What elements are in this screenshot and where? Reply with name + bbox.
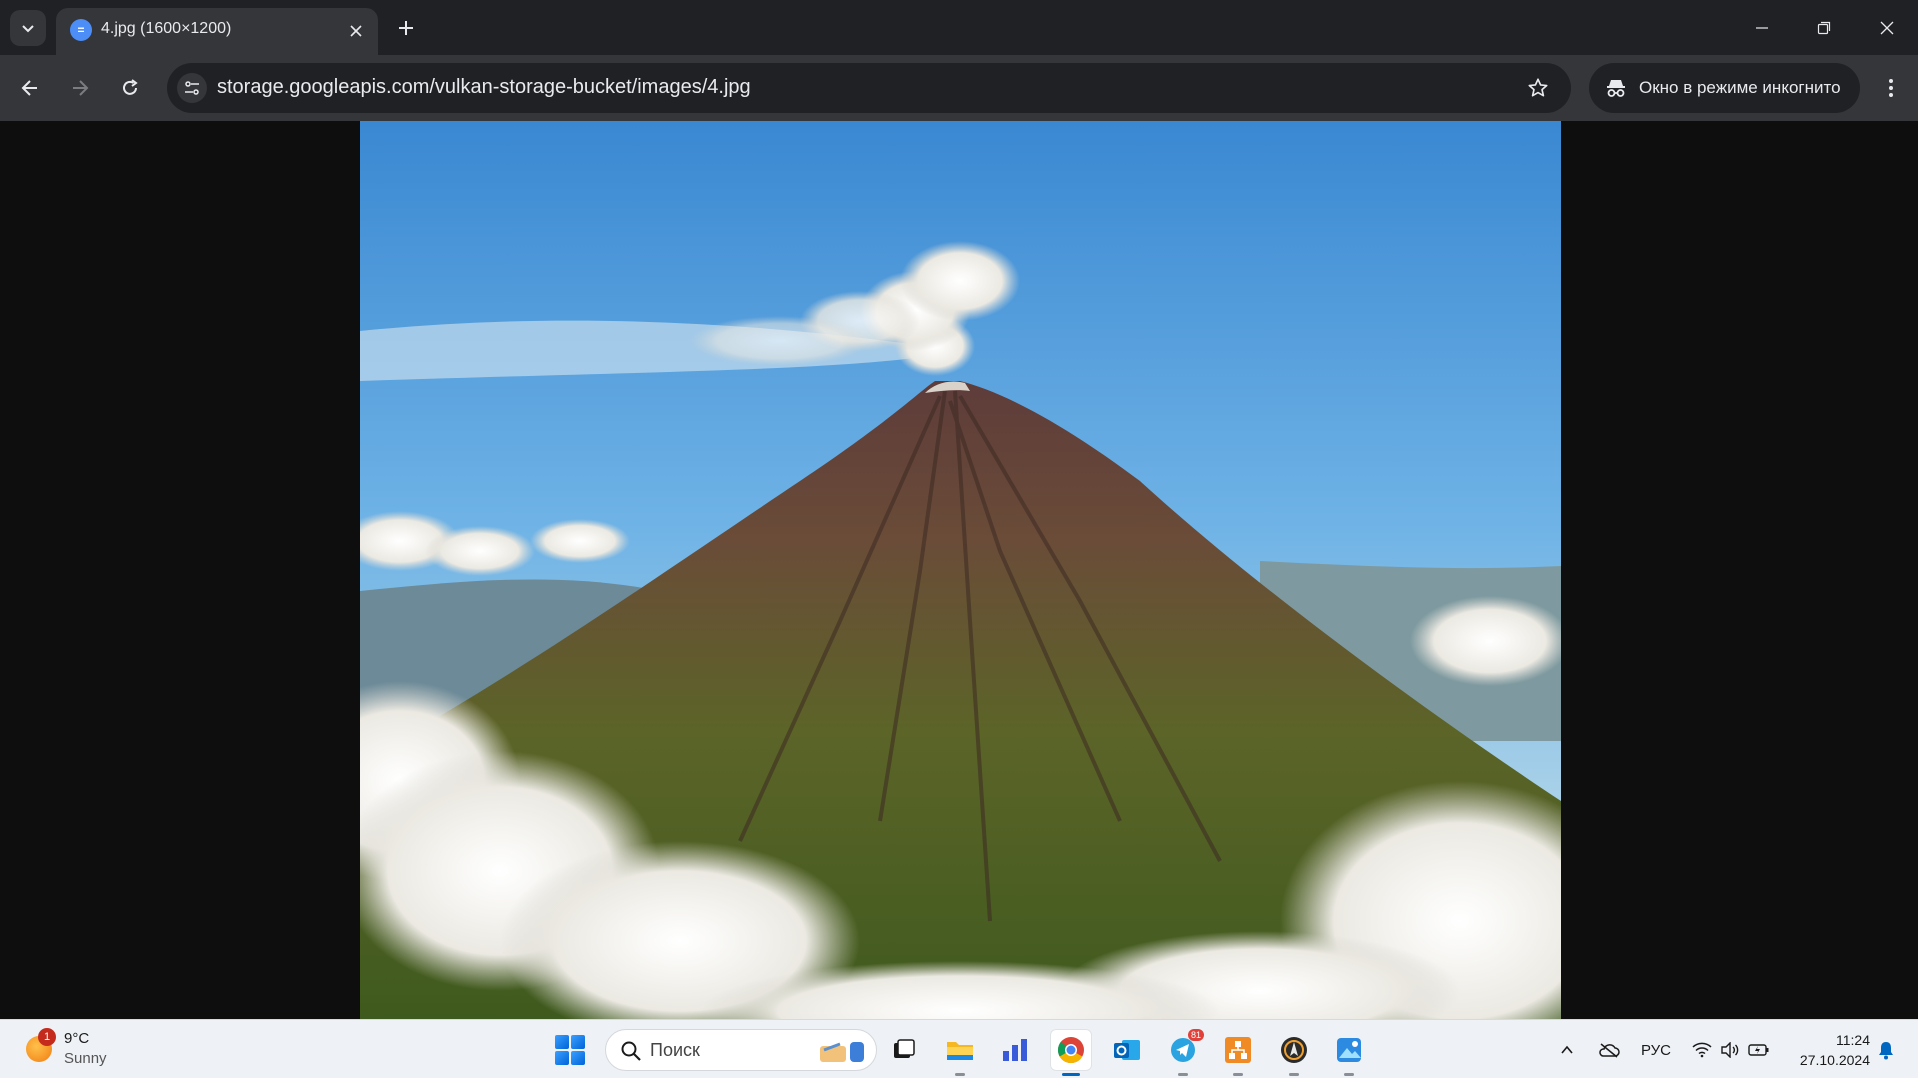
file-explorer-button[interactable]: [939, 1029, 981, 1076]
windows-logo-tile: [571, 1051, 585, 1065]
battery-button[interactable]: [1746, 1036, 1772, 1064]
outlook-button[interactable]: [1106, 1029, 1148, 1071]
clock-date: 27.10.2024: [1799, 1052, 1870, 1068]
star-icon: [1528, 78, 1548, 97]
reload-icon: [123, 79, 138, 95]
bookmark-button[interactable]: [1525, 75, 1551, 101]
forward-button[interactable]: [61, 69, 99, 107]
arrow-right-icon: [73, 80, 89, 96]
volcano-photo[interactable]: [360, 121, 1561, 1019]
incognito-indicator[interactable]: Окно в режиме инкогнито: [1589, 63, 1860, 113]
outlook-icon: [1114, 1040, 1140, 1060]
speaker-icon: [1721, 1042, 1739, 1058]
volume-button[interactable]: [1718, 1036, 1742, 1064]
weather-widget[interactable]: 1 9°C Sunny: [24, 1028, 124, 1072]
wifi-button[interactable]: [1690, 1036, 1714, 1064]
incognito-label: Окно в режиме инкогнито: [1639, 78, 1841, 97]
search-highlight-icon: [820, 1042, 864, 1062]
back-button[interactable]: [11, 69, 49, 107]
task-view-button[interactable]: [883, 1029, 925, 1071]
photos-icon: [1337, 1038, 1361, 1062]
windows-logo-tile: [555, 1035, 569, 1049]
tab-search-button[interactable]: [10, 10, 46, 46]
image-file-icon: =: [70, 19, 92, 41]
taskbar-clock[interactable]: 11:24 27.10.2024: [1790, 1030, 1870, 1070]
windows-logo-tile: [555, 1051, 569, 1065]
onedrive-button[interactable]: [1596, 1036, 1622, 1064]
telegram-badge: 81: [1187, 1029, 1204, 1041]
new-tab-button[interactable]: [388, 10, 424, 46]
start-button[interactable]: [555, 1035, 585, 1065]
more-vert-icon: [1889, 79, 1893, 97]
chrome-icon: [1057, 1037, 1084, 1064]
weather-temp: 9°C: [64, 1030, 90, 1047]
image-viewer: [0, 121, 1918, 1019]
battery-charging-icon: [1748, 1044, 1769, 1056]
org-chart-icon: [1225, 1037, 1251, 1063]
clock-time: 11:24: [1836, 1032, 1870, 1048]
volcano-image: [360, 121, 1561, 1019]
window-close-button[interactable]: [1856, 0, 1918, 55]
tab-close-button[interactable]: [344, 19, 368, 43]
running-indicator: [1289, 1073, 1299, 1076]
analytics-app-button[interactable]: [994, 1029, 1036, 1071]
minimize-button[interactable]: [1731, 0, 1793, 55]
browser-toolbar: storage.googleapis.com/vulkan-storage-bu…: [0, 55, 1918, 121]
url-text[interactable]: storage.googleapis.com/vulkan-storage-bu…: [217, 76, 751, 99]
weather-condition: Sunny: [64, 1050, 107, 1067]
address-bar[interactable]: storage.googleapis.com/vulkan-storage-bu…: [167, 63, 1571, 113]
compass-app-icon: [1281, 1037, 1307, 1063]
browser-menu-button[interactable]: [1872, 69, 1910, 107]
telegram-button[interactable]: 81: [1162, 1029, 1204, 1076]
taskbar-search[interactable]: Поиск: [605, 1029, 877, 1071]
cloud-off-icon: [1599, 1043, 1620, 1058]
bell-icon: [1879, 1042, 1893, 1060]
tune-icon: [185, 81, 199, 95]
plus-icon: [399, 21, 413, 35]
chrome-button[interactable]: [1050, 1029, 1092, 1076]
running-indicator: [1233, 1073, 1243, 1076]
close-icon: [350, 25, 362, 37]
search-label: Поиск: [650, 1040, 700, 1060]
photos-app-button[interactable]: [1328, 1029, 1370, 1076]
minimize-icon: [1756, 26, 1768, 29]
arrow-left-icon: [21, 80, 37, 96]
bar-chart-icon: [1003, 1039, 1027, 1061]
language-indicator[interactable]: РУС: [1638, 1036, 1674, 1064]
running-indicator: [955, 1073, 965, 1076]
chevron-down-icon: [22, 25, 34, 33]
orange-app-button[interactable]: [1217, 1029, 1259, 1076]
reload-button[interactable]: [111, 69, 149, 107]
restore-icon: [1817, 21, 1831, 34]
tab-strip: = 4.jpg (1600×1200): [0, 0, 1918, 55]
site-info-button[interactable]: [177, 73, 207, 103]
search-icon: [621, 1041, 641, 1061]
show-hidden-icons-button[interactable]: [1555, 1036, 1579, 1064]
active-indicator: [1062, 1073, 1080, 1076]
running-indicator: [1178, 1073, 1188, 1076]
wifi-icon: [1692, 1042, 1712, 1058]
windows-logo-tile: [571, 1035, 585, 1049]
chevron-up-icon: [1561, 1045, 1573, 1054]
dark-app-button[interactable]: [1273, 1029, 1315, 1076]
taskbar: 1 9°C Sunny Поиск 81 РУС 11:24 27.10.202…: [0, 1019, 1918, 1078]
tab-title: 4.jpg (1600×1200): [101, 20, 232, 37]
running-indicator: [1344, 1073, 1354, 1076]
notifications-button[interactable]: [1874, 1038, 1898, 1062]
active-tab[interactable]: = 4.jpg (1600×1200): [56, 8, 378, 55]
task-view-icon: [894, 1039, 915, 1058]
incognito-icon: [1607, 80, 1625, 97]
folder-icon: [947, 1042, 973, 1060]
restore-button[interactable]: [1793, 0, 1855, 55]
weather-badge: 1: [38, 1028, 56, 1046]
close-icon: [1880, 21, 1894, 34]
